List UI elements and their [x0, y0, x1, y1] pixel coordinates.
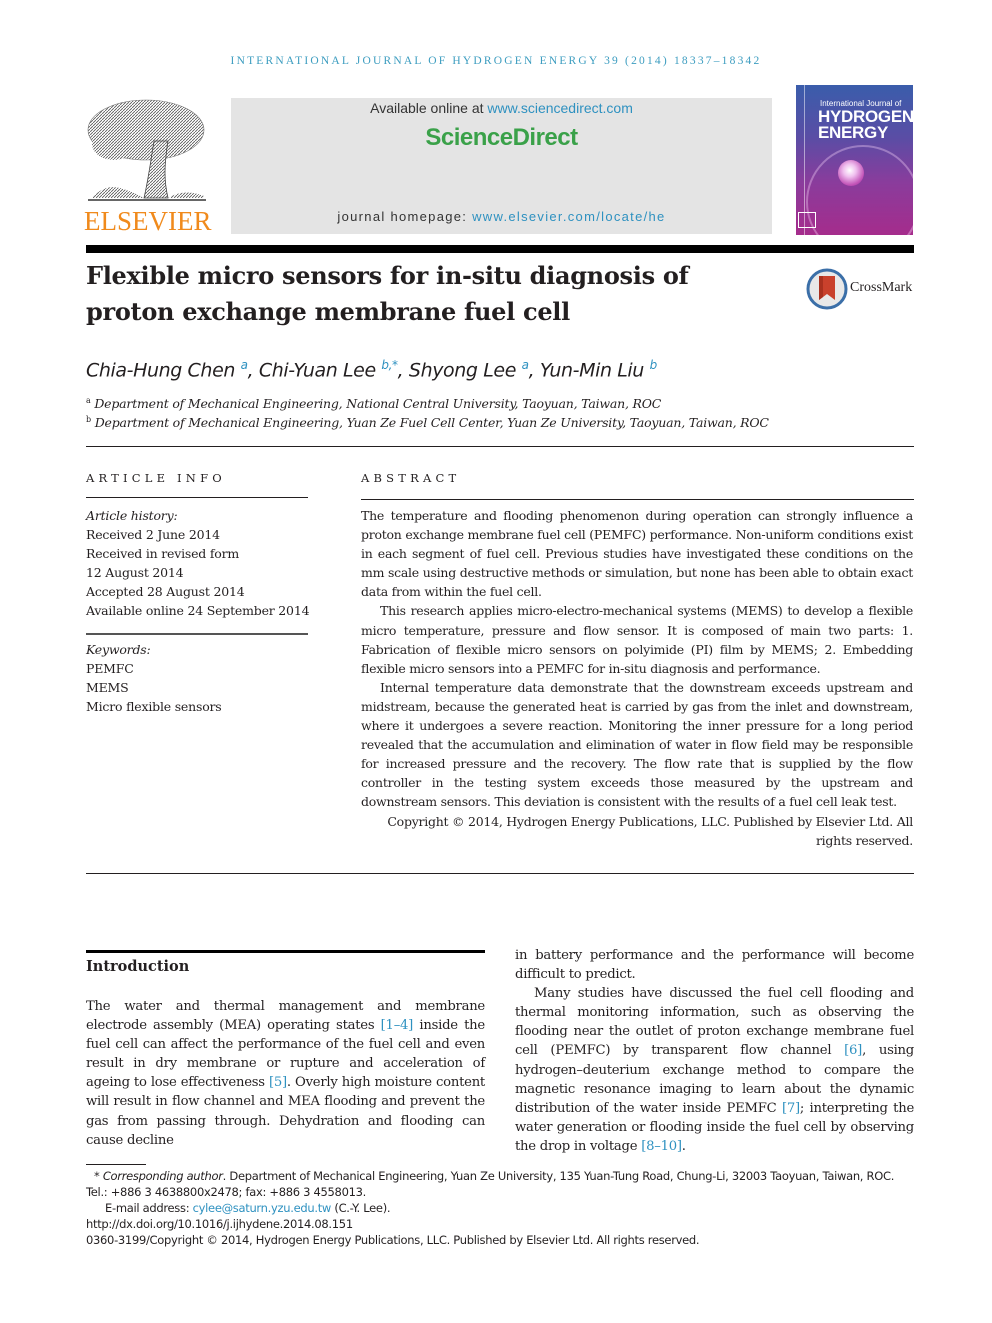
journal-homepage-line: journal homepage: www.elsevier.com/locat… [231, 209, 772, 224]
abstract-copyright: Copyright © 2014, Hydrogen Energy Public… [387, 813, 913, 848]
keyword-item[interactable]: PEMFC [86, 659, 316, 678]
crossmark-badge[interactable]: CrossMark [806, 268, 916, 310]
cover-title-line3: ENERGY [818, 123, 888, 142]
crossmark-label: CrossMark [850, 280, 913, 295]
running-head: INTERNATIONAL JOURNAL OF HYDROGEN ENERGY… [230, 55, 762, 67]
introduction-paragraph: The water and thermal management and mem… [86, 997, 485, 1150]
article-history-label: Article history: [86, 508, 178, 523]
available-online-line: Available online at www.sciencedirect.co… [231, 100, 772, 116]
introduction-right-column: in battery performance and the performan… [515, 946, 914, 1156]
history-item: Received 2 June 2014 [86, 527, 220, 542]
keyword-item[interactable]: Micro flexible sensors [86, 697, 316, 716]
affiliation-text: Department of Mechanical Engineering, Yu… [94, 415, 769, 431]
introduction-paragraph: in battery performance and the performan… [515, 948, 914, 983]
affiliation-b: b Department of Mechanical Engineering, … [86, 415, 769, 430]
article-history: Article history: Received 2 June 2014 Re… [86, 506, 316, 620]
cover-glow [806, 145, 913, 235]
journal-homepage-label: journal homepage: [337, 209, 473, 224]
keyword-item[interactable]: MEMS [86, 678, 316, 697]
article-title-line1: Flexible micro sensors for in-situ diagn… [86, 261, 689, 290]
footnote-mark: * [94, 1169, 100, 1183]
affiliation-text: Department of Mechanical Engineering, Na… [94, 396, 662, 412]
abstract-paragraph: This research applies micro-electro-mech… [361, 603, 913, 676]
email-label: E-mail address: [105, 1201, 193, 1215]
email-suffix: (C.-Y. Lee). [331, 1201, 391, 1215]
sciencedirect-logo[interactable]: ScienceDirect [231, 124, 772, 152]
introduction-left-column: The water and thermal management and mem… [86, 997, 485, 1150]
crossmark-icon [806, 268, 848, 310]
article-info-divider [86, 497, 308, 498]
history-item: Accepted 28 August 2014 [86, 584, 245, 599]
body-text: . [681, 1138, 686, 1154]
sciencedirect-link[interactable]: www.sciencedirect.com [487, 100, 633, 116]
cover-orb [838, 160, 864, 186]
cover-title-big: HYDROGEN ENERGY [818, 108, 913, 142]
author-affiliation-mark[interactable]: b [650, 358, 658, 372]
article-title: Flexible micro sensors for in-situ diagn… [86, 258, 766, 330]
keywords-list: Keywords: PEMFC MEMS Micro flexible sens… [86, 640, 316, 716]
introduction-heading: Introduction [86, 958, 190, 975]
journal-cover-image[interactable]: International Journal of HYDROGEN ENERGY [796, 85, 913, 235]
elsevier-tree-icon [87, 99, 206, 201]
author-affiliation-mark[interactable]: b,* [381, 358, 398, 372]
elsevier-wordmark: ELSEVIER [84, 206, 212, 236]
introduction-rule [86, 950, 485, 953]
elsevier-logo[interactable]: ELSEVIER [84, 96, 212, 236]
corresponding-author-footnote: * Corresponding author. Department of Me… [86, 1168, 914, 1200]
history-item: 12 August 2014 [86, 565, 184, 580]
author-list: Chia-Hung Chen a, Chi-Yuan Lee b,*, Shyo… [86, 358, 657, 381]
history-item: Available online 24 September 2014 [86, 603, 310, 618]
abstract-paragraph: Internal temperature data demonstrate th… [361, 679, 913, 810]
footnote-rule [86, 1164, 146, 1165]
citation-link[interactable]: [6] [844, 1043, 862, 1058]
front-matter-divider [86, 873, 914, 874]
author-name[interactable]: Chia-Hung Chen [86, 359, 235, 381]
author-separator: , [397, 359, 409, 382]
abstract-body: The temperature and flooding phenomenon … [361, 506, 913, 850]
author-name[interactable]: Shyong Lee [409, 359, 516, 381]
abstract-paragraph: The temperature and flooding phenomenon … [361, 508, 913, 600]
author-separator: , [247, 359, 259, 382]
author-name[interactable]: Yun-Min Liu [540, 359, 644, 381]
author-separator: , [528, 359, 540, 382]
affiliation-mark: b [86, 415, 91, 424]
introduction-paragraph: Many studies have discussed the fuel cel… [515, 984, 914, 1156]
article-title-line2: proton exchange membrane fuel cell [86, 297, 570, 326]
author-affiliation-mark[interactable]: a [522, 358, 529, 372]
issn-copyright: 0360-3199/Copyright © 2014, Hydrogen Ene… [86, 1233, 700, 1247]
cover-publisher-mark [798, 212, 816, 228]
abstract-heading: ABSTRACT [361, 471, 461, 485]
affiliations-divider [86, 446, 914, 447]
author-name[interactable]: Chi-Yuan Lee [259, 359, 376, 381]
citation-link[interactable]: [5] [269, 1075, 287, 1090]
header-divider [86, 245, 914, 253]
available-online-label: Available online at [370, 100, 488, 116]
journal-homepage-link[interactable]: www.elsevier.com/locate/he [472, 209, 665, 224]
citation-link[interactable]: [1–4] [381, 1018, 414, 1033]
affiliation-a: a Department of Mechanical Engineering, … [86, 396, 661, 411]
citation-link[interactable]: [8–10] [641, 1139, 682, 1154]
corresponding-author-label: Corresponding author [102, 1169, 223, 1183]
keywords-divider [86, 633, 308, 635]
doi-link[interactable]: http://dx.doi.org/10.1016/j.ijhydene.201… [86, 1216, 353, 1232]
affiliation-mark: a [86, 396, 91, 405]
keywords-label: Keywords: [86, 642, 151, 657]
history-item: Received in revised form [86, 546, 240, 561]
email-footnote: E-mail address: cylee@saturn.yzu.edu.tw … [105, 1200, 391, 1216]
email-link[interactable]: cylee@saturn.yzu.edu.tw [193, 1201, 332, 1215]
article-info-heading: ARTICLE INFO [86, 471, 226, 485]
author-affiliation-mark[interactable]: a [241, 358, 248, 372]
abstract-divider [361, 499, 914, 500]
citation-link[interactable]: [7] [782, 1101, 800, 1116]
sciencedirect-banner: Available online at www.sciencedirect.co… [231, 98, 772, 234]
